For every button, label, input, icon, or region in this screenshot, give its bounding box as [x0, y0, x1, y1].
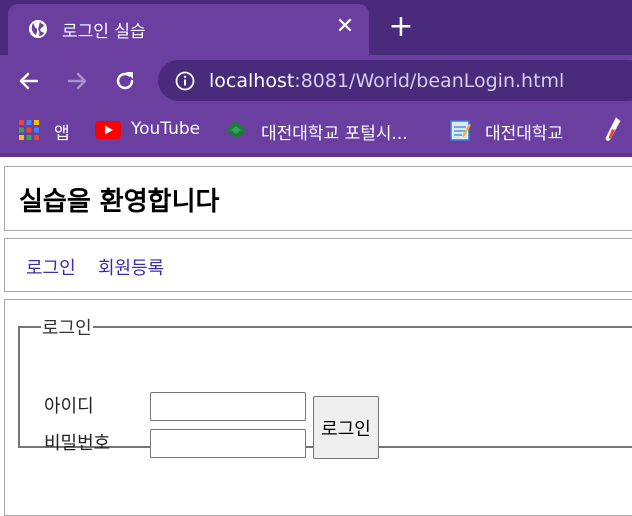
page-title: 실습을 환영합니다 [19, 187, 220, 217]
id-label: 아이디 [44, 396, 94, 417]
test-tube-icon[interactable] [604, 117, 622, 147]
password-input[interactable] [150, 429, 306, 458]
main-frame: 로그인 아이디 비밀번호 로그인 [4, 299, 632, 516]
youtube-icon [95, 121, 121, 143]
back-arrow-icon[interactable] [16, 68, 42, 94]
apps-grid-icon [18, 119, 40, 145]
tab-title: 로그인 실습 [62, 22, 146, 42]
address-bar[interactable]: localhost:8081/World/beanLogin.html [158, 60, 632, 101]
password-label: 비밀번호 [44, 433, 111, 454]
reload-icon[interactable] [112, 68, 138, 94]
new-tab-button[interactable]: + [388, 12, 414, 42]
bookmark-label: 대전대학교 [485, 124, 564, 144]
notepad-icon [449, 119, 471, 145]
university-logo-icon [225, 120, 247, 144]
close-tab-icon[interactable]: ✕ [334, 16, 356, 38]
info-icon[interactable] [175, 71, 195, 91]
bookmark-label: YouTube [131, 119, 201, 139]
login-fieldset: 로그인 아이디 비밀번호 로그인 [18, 314, 632, 459]
browser-tab[interactable]: 로그인 실습 ✕ [8, 4, 369, 55]
bookmark-label: 대전대학교 포털시... [261, 124, 408, 144]
login-legend: 로그인 [42, 318, 92, 339]
chrome-divider [0, 153, 632, 157]
header-frame: 실습을 환영합니다 [4, 166, 632, 231]
browser-toolbar: localhost:8081/World/beanLogin.html [0, 55, 632, 107]
url-text: localhost:8081/World/beanLogin.html [209, 70, 564, 92]
nav-link-register[interactable]: 회원등록 [98, 254, 164, 280]
url-host: localhost [209, 70, 295, 92]
bookmarks-bar: 앱 YouTube 대전대학교 포털시... 대전대학교 [0, 107, 632, 153]
login-button[interactable]: 로그인 [313, 396, 379, 459]
globe-icon [28, 19, 48, 39]
url-path: :8081/World/beanLogin.html [294, 70, 565, 92]
nav-link-login[interactable]: 로그인 [26, 254, 76, 280]
bookmark-label: 앱 [54, 124, 70, 144]
nav-frame: 로그인 회원등록 [4, 238, 632, 292]
forward-arrow-icon[interactable] [64, 68, 90, 94]
tab-strip: 로그인 실습 ✕ + [0, 0, 632, 55]
id-input[interactable] [150, 392, 306, 421]
